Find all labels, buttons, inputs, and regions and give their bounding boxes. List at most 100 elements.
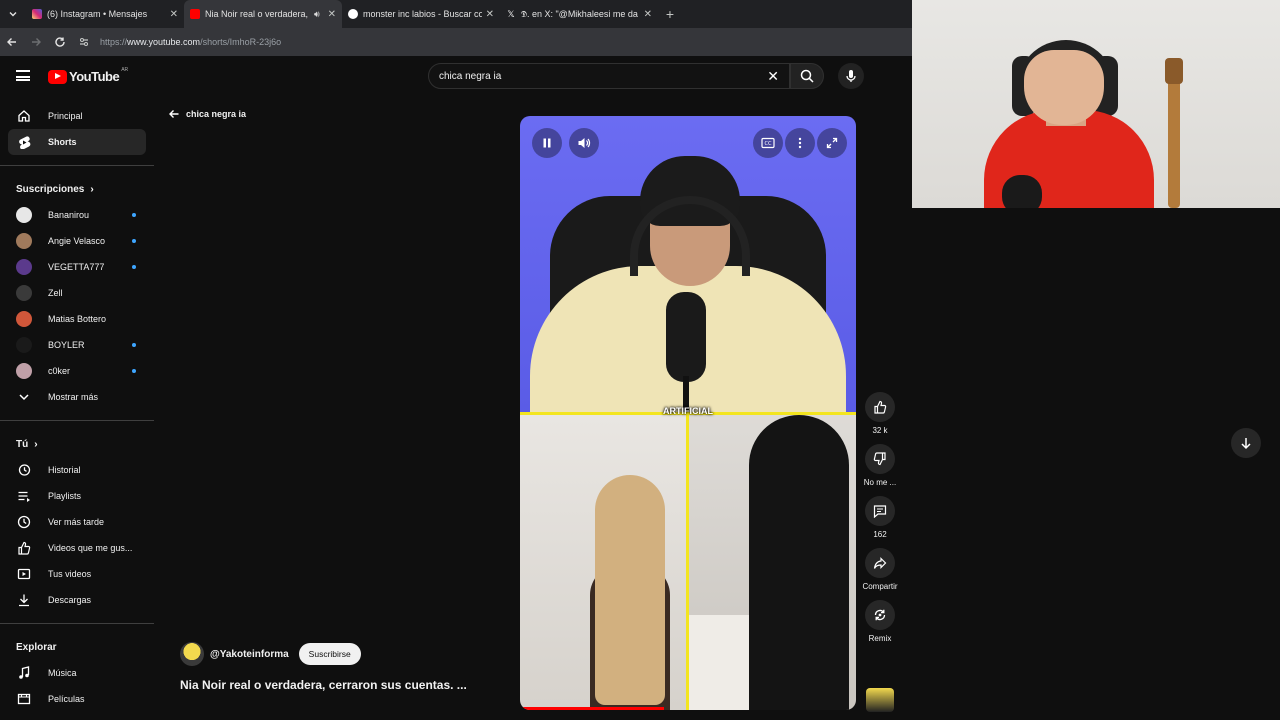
screen: (6) Instagram • Mensajes ✕ Nia Noir real… (0, 0, 1280, 720)
forward-nav-button[interactable] (24, 28, 48, 56)
comments-icon[interactable] (865, 496, 895, 526)
new-tab-button[interactable]: + (658, 0, 682, 28)
sidebar-subscription-item[interactable]: Angie Velasco (8, 228, 146, 254)
sidebar-subscription-item[interactable]: BOYLER (8, 332, 146, 358)
back-to-search-link[interactable]: chica negra ia (168, 108, 246, 120)
sidebar-item-label: Principal (48, 111, 83, 121)
tune-icon (80, 38, 88, 46)
browser-tab-active[interactable]: Nia Noir real o verdadera, c 🔊︎ ✕ (184, 0, 342, 28)
sidebar-divider (0, 420, 154, 421)
video-progress-bar[interactable] (520, 707, 665, 710)
like-action[interactable]: 32 k (858, 392, 902, 435)
sidebar-subscription-item[interactable]: c0ker (8, 358, 146, 384)
channel-name[interactable]: @Yakoteinforma (210, 649, 289, 660)
subscribe-button[interactable]: Suscribirse (298, 643, 361, 665)
menu-icon[interactable] (16, 70, 30, 81)
remix-icon[interactable] (865, 600, 895, 630)
sidebar-item-partial[interactable] (8, 712, 146, 720)
browser-tab[interactable]: 𝕏 𝕯. en X: "@Mikhaleesi me da la ✕ (500, 0, 658, 28)
sidebar-subscription-item[interactable]: VEGETTA777 (8, 254, 146, 280)
dancer (749, 415, 849, 710)
chevron-right-icon: › (90, 183, 94, 195)
arrow-right-icon (32, 38, 41, 46)
new-content-dot (132, 213, 136, 217)
you-heading[interactable]: Tú › (8, 431, 146, 457)
comments-action[interactable]: 162 (858, 496, 902, 539)
your-videos-icon (16, 566, 32, 582)
explore-title: Explorar (16, 641, 57, 653)
remix-action[interactable]: Remix (858, 600, 902, 643)
close-tab-icon[interactable]: ✕ (328, 9, 336, 20)
sidebar-subscription-item[interactable]: Matias Bottero (8, 306, 146, 332)
comments-count: 162 (873, 530, 887, 539)
sidebar-item-label: Historial (48, 465, 81, 475)
voice-search-button[interactable] (838, 63, 864, 89)
sidebar-item-music[interactable]: Música (8, 660, 146, 686)
podcast-microphone (666, 292, 706, 382)
sidebar-item-playlists[interactable]: Playlists (8, 483, 146, 509)
sidebar-item-label: Bananirou (48, 210, 90, 220)
sidebar-item-shorts[interactable]: Shorts (8, 129, 146, 155)
back-nav-button[interactable] (0, 28, 24, 56)
search-input[interactable]: chica negra ia ✕ (428, 63, 790, 89)
sidebar-subscription-item[interactable]: Zell (8, 280, 146, 306)
channel-info: @Yakoteinforma Suscribirse (180, 642, 361, 666)
tab-search-button[interactable] (0, 0, 26, 28)
dislike-label: No me ... (863, 478, 897, 487)
sidebar-item-watch-later[interactable]: Ver más tarde (8, 509, 146, 535)
site-info-button[interactable] (72, 28, 96, 56)
more-options-button[interactable] (785, 128, 815, 158)
show-more-button[interactable]: Mostrar más (8, 384, 146, 410)
explore-heading: Explorar (8, 634, 146, 660)
shorts-icon (16, 134, 32, 150)
search-button[interactable] (790, 63, 824, 89)
clear-search-icon[interactable]: ✕ (767, 68, 779, 85)
music-icon (16, 665, 32, 681)
sidebar-item-label: Descargas (48, 595, 92, 605)
arrow-left-icon (169, 110, 179, 118)
tab-title: (6) Instagram • Mensajes (47, 9, 148, 19)
speaker-icon[interactable]: 🔊︎ (314, 9, 320, 20)
volume-button[interactable] (569, 128, 599, 158)
captions-button[interactable]: CC (753, 128, 783, 158)
browser-tab[interactable]: monster inc labios - Buscar con ✕ (342, 0, 500, 28)
url-field[interactable]: https://www.youtube.com/shorts/ImhoR-23j… (100, 32, 281, 52)
sidebar-subscription-item[interactable]: Bananirou (8, 202, 146, 228)
dislike-icon[interactable] (865, 444, 895, 474)
sidebar-item-label: Música (48, 668, 77, 678)
close-tab-icon[interactable]: ✕ (486, 9, 494, 20)
video-title[interactable]: Nia Noir real o verdadera, cerraron sus … (180, 678, 467, 692)
pause-button[interactable] (532, 128, 562, 158)
dislike-action[interactable]: No me ... (858, 444, 902, 487)
fullscreen-button[interactable] (817, 128, 847, 158)
next-video-button[interactable] (1231, 428, 1261, 458)
new-content-dot (132, 239, 136, 243)
browser-address-bar: https://www.youtube.com/shorts/ImhoR-23j… (0, 28, 912, 56)
channel-avatar[interactable] (180, 642, 204, 666)
share-label: Compartir (862, 582, 898, 591)
browser-tab[interactable]: (6) Instagram • Mensajes ✕ (26, 0, 184, 28)
sidebar-item-your-videos[interactable]: Tus videos (8, 561, 146, 587)
sound-thumbnail[interactable] (866, 688, 894, 712)
like-icon[interactable] (865, 392, 895, 422)
sidebar-item-principal[interactable]: Principal (8, 103, 146, 129)
sidebar-item-label: BOYLER (48, 340, 85, 350)
share-icon[interactable] (865, 548, 895, 578)
subscriptions-heading[interactable]: Suscripciones › (8, 176, 146, 202)
youtube-logo[interactable]: YouTube AR (48, 67, 128, 84)
close-tab-icon[interactable]: ✕ (170, 9, 178, 20)
x-favicon-icon: 𝕏 (506, 9, 516, 19)
sidebar-item-historial[interactable]: Historial (8, 457, 146, 483)
sidebar-item-downloads[interactable]: Descargas (8, 587, 146, 613)
reload-button[interactable] (48, 28, 72, 56)
close-tab-icon[interactable]: ✕ (644, 9, 652, 20)
tab-title: 𝕯. en X: "@Mikhaleesi me da la (521, 8, 640, 19)
guitar-headstock (1165, 58, 1183, 84)
sidebar-item-liked-videos[interactable]: Videos que me gus... (8, 535, 146, 561)
video-top-frame (520, 116, 856, 416)
share-action[interactable]: Compartir (858, 548, 902, 591)
liked-videos-icon (16, 540, 32, 556)
sidebar-item-movies[interactable]: Películas (8, 686, 146, 712)
shorts-video-player[interactable]: ARTIFICIAL CC (520, 116, 856, 710)
search-icon (800, 69, 814, 83)
